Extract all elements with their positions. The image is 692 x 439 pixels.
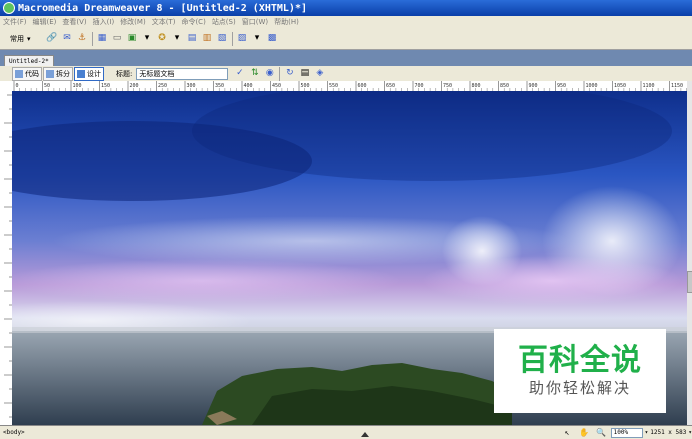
menu-bar: 文件(F) 编辑(E) 查看(V) 插入(I) 修改(M) 文本(T) 命令(C… xyxy=(0,16,692,28)
page-title-label: 标题: xyxy=(116,69,133,78)
ruler-label: 100 xyxy=(73,83,82,89)
code-view-label: 代码 xyxy=(25,69,39,78)
toolbar-separator xyxy=(279,66,281,81)
ruler-label: 900 xyxy=(529,83,538,89)
chevron-down-icon[interactable]: ▾ xyxy=(645,429,649,436)
ruler-label: 350 xyxy=(215,83,224,89)
tag-selector[interactable]: <body> xyxy=(3,429,25,436)
ruler-label: 850 xyxy=(500,83,509,89)
hyperlink-icon[interactable]: 🔗 xyxy=(46,33,57,44)
named-anchor-icon[interactable]: ⚓ xyxy=(77,33,88,44)
refresh-icon[interactable]: ↻ xyxy=(284,68,295,79)
chevron-down-icon[interactable]: ▾ xyxy=(142,33,153,44)
preview-in-browser-icon[interactable]: ◉ xyxy=(264,68,275,79)
horizontal-ruler-ticks: 0 50 100 150 200 250 300 350 400 450 500 550 600 650 7… xyxy=(13,81,687,91)
menu-site[interactable]: 站点(S) xyxy=(209,17,239,27)
hand-tool-icon[interactable]: ✋ xyxy=(579,427,590,438)
panel-expander-arrow-icon[interactable] xyxy=(361,432,369,437)
ruler-label: 400 xyxy=(244,83,253,89)
ruler-label: 1100 xyxy=(643,83,655,89)
ruler-label: 200 xyxy=(130,83,139,89)
ruler-label: 50 xyxy=(44,83,50,89)
ruler-label: 800 xyxy=(472,83,481,89)
layer-icon[interactable]: ▭ xyxy=(112,33,123,44)
menu-insert[interactable]: 插入(I) xyxy=(90,17,118,27)
watermark-sub-text: 助你轻松解决 xyxy=(528,379,631,397)
code-view-icon xyxy=(15,69,23,78)
ruler-label: 0 xyxy=(16,83,19,89)
watermark-main-text: 百科全说 xyxy=(518,343,642,378)
watermark-overlay: 百科全说 助你轻松解决 xyxy=(494,329,666,413)
head-content-icon[interactable]: ▧ xyxy=(217,33,228,44)
ruler-label: 150 xyxy=(101,83,110,89)
toolbar-separator xyxy=(91,31,93,46)
document-toolbar: 代码 拆分 设计 标题: ✓ ⇅ ◉ ↻ ▤ ◈ xyxy=(0,66,692,81)
menu-help[interactable]: 帮助(H) xyxy=(271,17,302,27)
ruler-label: 1000 xyxy=(586,83,598,89)
design-view-button[interactable]: 设计 xyxy=(74,66,104,81)
split-view-icon xyxy=(46,69,54,78)
ruler-label: 950 xyxy=(557,83,566,89)
dreamweaver-app-icon xyxy=(3,2,15,14)
zoom-select[interactable]: 100% xyxy=(610,427,643,438)
ruler-label: 1050 xyxy=(614,83,626,89)
page-title-input[interactable] xyxy=(136,67,229,80)
insert-category-label: 常用 xyxy=(10,34,24,43)
ruler-label: 700 xyxy=(415,83,424,89)
ruler-label: 550 xyxy=(329,83,338,89)
menu-edit[interactable]: 编辑(E) xyxy=(30,17,60,27)
split-view-button[interactable]: 拆分 xyxy=(43,66,73,81)
insert-category-dropdown[interactable]: 常用 ▾ xyxy=(10,34,31,44)
status-right-group: ↖ ✋ 🔍 100% ▾ 1251 x 583 ▾ xyxy=(560,427,692,438)
menu-text[interactable]: 文本(T) xyxy=(149,17,179,27)
menu-view[interactable]: 查看(V) xyxy=(59,17,89,27)
code-view-button[interactable]: 代码 xyxy=(12,66,42,81)
ruler-label: 600 xyxy=(358,83,367,89)
pointer-tool-icon[interactable]: ↖ xyxy=(562,427,573,438)
status-bar: <body> ↖ ✋ 🔍 100% ▾ 1251 x 583 ▾ xyxy=(0,425,692,439)
chevron-down-icon[interactable]: ▾ xyxy=(172,33,183,44)
ruler-label: 450 xyxy=(272,83,281,89)
vertical-ruler-ticks xyxy=(4,94,12,418)
menu-file[interactable]: 文件(F) xyxy=(0,17,30,27)
date-icon[interactable]: ▤ xyxy=(187,33,198,44)
check-browser-icon[interactable]: ✓ xyxy=(234,68,245,79)
view-options-icon[interactable]: ▤ xyxy=(299,68,310,79)
vertical-scrollbar[interactable] xyxy=(687,81,692,425)
ruler-label: 650 xyxy=(386,83,395,89)
chevron-down-icon: ▾ xyxy=(27,34,31,43)
ruler-label: 1150 xyxy=(671,83,683,89)
window-title: Macromedia Dreamweaver 8 - [Untitled-2 (… xyxy=(18,2,307,14)
scrollbar-thumb[interactable] xyxy=(687,271,692,293)
window-titlebar[interactable]: Macromedia Dreamweaver 8 - [Untitled-2 (… xyxy=(0,0,692,16)
menu-modify[interactable]: 修改(M) xyxy=(117,17,149,27)
design-view-icon xyxy=(77,69,85,78)
ruler-label: 750 xyxy=(443,83,452,89)
tag-chooser-icon[interactable]: ▩ xyxy=(267,33,278,44)
chevron-down-icon[interactable]: ▾ xyxy=(252,33,263,44)
visual-aids-icon[interactable]: ◈ xyxy=(314,68,325,79)
media-icon[interactable]: ✪ xyxy=(157,33,168,44)
zoom-tool-icon[interactable]: 🔍 xyxy=(596,427,607,438)
image-icon[interactable]: ▣ xyxy=(127,33,138,44)
toolbar-separator xyxy=(231,31,233,46)
ruler-label: 500 xyxy=(301,83,310,89)
document-tab-strip: Untitled-2* xyxy=(0,54,692,67)
design-view-label: 设计 xyxy=(87,69,101,78)
ruler-label: 300 xyxy=(187,83,196,89)
chevron-down-icon[interactable]: ▾ xyxy=(688,429,692,436)
insert-bar: 常用 ▾ 🔗 ✉ ⚓ ▦ ▭ ▣ ▾ ✪ ▾ ▤ ▥ ▧ ▨ ▾ ▩ xyxy=(0,28,692,50)
file-management-icon[interactable]: ⇅ xyxy=(249,68,260,79)
ruler-label: 250 xyxy=(158,83,167,89)
table-icon[interactable]: ▦ xyxy=(97,33,108,44)
menu-commands[interactable]: 命令(C) xyxy=(178,17,208,27)
menu-window[interactable]: 窗口(W) xyxy=(239,17,271,27)
comment-icon[interactable]: ▥ xyxy=(202,33,213,44)
template-icon[interactable]: ▨ xyxy=(237,33,248,44)
split-view-label: 拆分 xyxy=(56,69,70,78)
email-link-icon[interactable]: ✉ xyxy=(62,33,73,44)
window-size-readout[interactable]: 1251 x 583 xyxy=(650,429,686,436)
